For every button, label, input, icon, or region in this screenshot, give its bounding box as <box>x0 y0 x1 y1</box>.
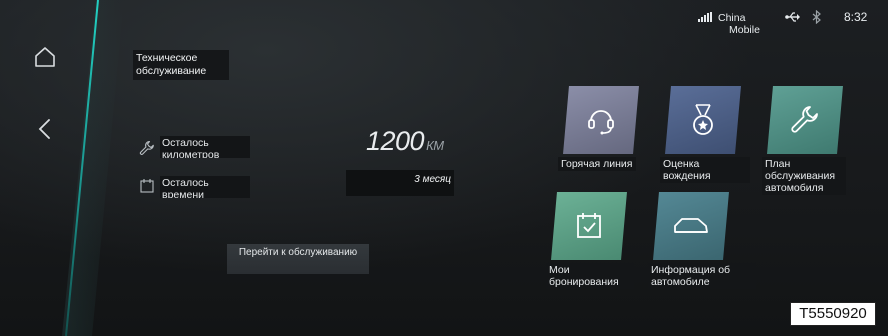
my-bookings-tile[interactable] <box>551 192 627 260</box>
wrench-icon <box>791 106 818 133</box>
signal-bars-icon <box>698 12 712 22</box>
car-icon <box>674 218 708 233</box>
figure-tag: T5550920 <box>790 302 876 326</box>
bluetooth-status <box>812 9 822 27</box>
back-button[interactable] <box>28 112 62 146</box>
carrier-line-1: China <box>718 12 746 24</box>
carrier-name: China Mobile <box>718 12 760 36</box>
driving-score-tile[interactable] <box>665 86 741 154</box>
page-title: Техническое обслуживание <box>133 50 229 80</box>
medal-icon <box>693 104 713 135</box>
hotline-tile[interactable] <box>563 86 639 154</box>
bluetooth-icon <box>812 9 821 25</box>
go-to-service-button[interactable]: Перейти к обслуживанию <box>227 244 369 274</box>
signal-status <box>698 12 716 24</box>
infotainment-screen: China Mobile 8:32 Техническое обслуживан… <box>0 0 888 336</box>
headset-icon <box>588 110 614 135</box>
carrier-line-2: Mobile <box>729 24 760 36</box>
km-remaining-label: Осталось километров <box>160 136 250 158</box>
time-remaining-label: Осталось времени <box>160 176 250 198</box>
my-bookings-label: Мои бронирования <box>546 263 634 289</box>
km-remaining-value: 1200 КМ <box>366 126 444 157</box>
calendar-icon <box>140 179 154 193</box>
usb-icon <box>785 12 800 22</box>
hotline-label: Горячая линия <box>558 157 636 171</box>
km-number: 1200 <box>366 126 425 156</box>
maintenance-plan-label: План обслуживания автомобиля <box>762 157 846 195</box>
maintenance-plan-tile[interactable] <box>767 86 843 154</box>
vehicle-info-label: Информация об автомобиле <box>648 263 756 289</box>
months-remaining-value: 3 месяц <box>346 170 454 196</box>
driving-score-label: Оценка вождения <box>660 157 750 183</box>
home-button[interactable] <box>28 40 62 74</box>
home-icon <box>35 47 55 67</box>
calendar-check-icon <box>577 213 601 238</box>
back-arrow-icon <box>38 119 50 139</box>
wrench-icon <box>139 140 154 155</box>
clock: 8:32 <box>844 10 868 24</box>
vehicle-info-tile[interactable] <box>653 192 729 260</box>
km-unit: КМ <box>426 138 444 153</box>
usb-status <box>785 11 801 26</box>
